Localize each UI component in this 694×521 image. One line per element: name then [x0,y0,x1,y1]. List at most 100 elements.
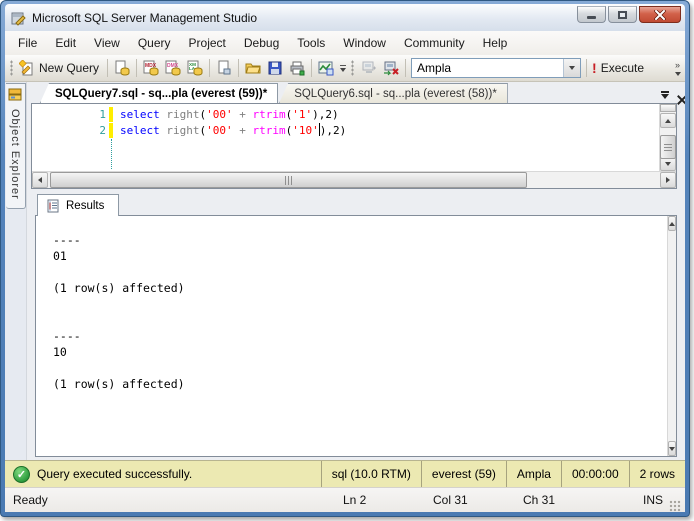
object-explorer-strip: Object Explorer [5,82,27,460]
menu-bar: File Edit View Query Project Debug Tools Window… [5,31,685,55]
line-indicator: Ln 2 [343,493,367,507]
close-icon [654,9,666,20]
editor-vertical-scrollbar[interactable] [659,104,676,171]
change-connection-button[interactable] [380,57,402,79]
window-controls [577,4,681,23]
database-engine-query-icon [115,60,130,76]
open-folder-icon [245,63,261,74]
caret-column-guide [111,139,112,169]
menu-edit[interactable]: Edit [46,33,85,53]
minimize-button[interactable] [577,6,606,23]
scroll-thumb[interactable] [660,135,676,159]
menu-view[interactable]: View [85,33,129,53]
results-box: ---- 01 (1 row(s) affected) ---- 10 (1 r… [35,215,677,457]
overflow-bar-icon [339,64,346,66]
available-databases-combo[interactable]: Ampla [411,58,582,78]
toolbar-overflow-button[interactable] [337,64,348,72]
results-icon [47,199,59,212]
code-lines: 1 select right('00' + rtrim('1'),2) 2 selec… [32,106,659,138]
menu-project[interactable]: Project [180,33,235,53]
execute-label: Execute [600,61,645,75]
document-icon [218,60,231,75]
split-handle[interactable] [660,104,676,112]
ready-label: Ready [13,493,48,507]
toolbar-overflow-button-right[interactable]: » [672,59,683,76]
status-cell-connection: everest (59) [420,461,506,487]
status-message: Query executed successfully. [37,467,193,481]
results-panel: Results ---- 01 (1 row(s) affected) ----… [35,194,677,457]
combo-dropdown-button[interactable] [563,59,581,77]
toolbar-separator [107,59,109,77]
scroll-left-button[interactable] [32,172,48,188]
thumb-grip [664,143,672,151]
object-explorer-tab[interactable]: Object Explorer [5,83,26,209]
restore-button[interactable] [608,6,637,23]
tab-sqlquery7[interactable]: SQLQuery7.sql - sq...pla (everest (59))* [40,83,279,103]
scroll-thumb[interactable] [50,172,528,188]
toolbar-separator [136,59,138,77]
line-number: 2 [99,123,106,137]
editor-horizontal-scrollbar[interactable] [32,171,676,188]
scroll-up-button[interactable] [660,113,676,128]
activity-monitor-button[interactable] [315,57,337,79]
toolbar-separator [405,59,407,77]
code-line: 1 select right('00' + rtrim('1'),2) [32,106,659,122]
results-tab[interactable]: Results [37,194,120,216]
menu-tools[interactable]: Tools [288,33,334,53]
code-editor[interactable]: 1 select right('00' + rtrim('1'),2) 2 selec… [31,103,677,189]
scroll-down-button[interactable] [668,441,676,456]
triangle-up-icon [665,118,671,123]
dmx-query-button[interactable]: DMX [162,57,184,79]
triangle-down-icon [665,161,671,166]
active-files-dropdown-button[interactable] [661,91,669,99]
document-tabstrip: SQLQuery7.sql - sq...pla (everest (59))*… [27,82,685,103]
scroll-track[interactable] [660,128,676,159]
chevron-down-icon [661,94,669,99]
connect-icon [362,61,377,73]
scroll-track[interactable] [668,231,676,441]
toolbar-separator [311,59,313,77]
window-title: Microsoft SQL Server Management Studio [32,10,257,25]
triangle-left-icon [38,177,42,183]
chevron-down-icon [339,67,346,72]
menu-query[interactable]: Query [129,33,180,53]
print-button[interactable] [286,57,308,79]
menu-debug[interactable]: Debug [235,33,288,53]
close-button[interactable] [639,6,681,23]
status-cell-row-count: 2 rows [628,461,685,487]
scroll-track[interactable] [48,172,660,188]
title-bar[interactable]: Microsoft SQL Server Management Studio [5,4,685,31]
menu-window[interactable]: Window [334,33,395,53]
database-engine-query-button[interactable] [111,57,133,79]
execute-button[interactable]: ! Execute [590,57,649,79]
chevron-right-icon: » [674,59,680,70]
resize-grip[interactable] [669,500,681,512]
xmla-query-button[interactable]: XM LA [184,57,206,79]
menu-help[interactable]: Help [474,33,517,53]
line-number: 1 [99,107,106,121]
editor-view[interactable]: 1 select right('00' + rtrim('1'),2) 2 selec… [32,104,659,171]
results-vertical-scrollbar[interactable] [667,216,676,456]
chevron-down-icon [674,71,681,76]
results-tabrow: Results [35,194,677,216]
toolbar-grip[interactable] [10,60,13,76]
change-connection-icon [384,61,399,76]
main-area: Object Explorer SQLQuery7.sql - sq...pla… [5,82,685,460]
menu-file[interactable]: File [9,33,46,53]
scroll-up-button[interactable] [668,216,676,231]
toolbar-grip[interactable] [351,60,355,76]
mdx-query-button[interactable]: MDX [140,57,162,79]
status-cell-server-version: sql (10.0 RTM) [320,461,421,487]
connect-button[interactable] [358,57,380,79]
scroll-right-button[interactable] [660,172,676,188]
insert-mode-indicator: INS [642,493,663,507]
save-button[interactable] [264,57,286,79]
triangle-right-icon [666,177,670,183]
menu-community[interactable]: Community [395,33,474,53]
open-document-button[interactable] [213,57,235,79]
triangle-up-icon [669,221,675,226]
status-cells: sql (10.0 RTM) everest (59) Ampla 00:00:00 2… [320,461,685,487]
new-query-button[interactable]: New Query [17,57,104,79]
open-file-button[interactable] [242,57,264,79]
tab-sqlquery6[interactable]: SQLQuery6.sql - sq...pla (everest (58))* [279,83,508,103]
